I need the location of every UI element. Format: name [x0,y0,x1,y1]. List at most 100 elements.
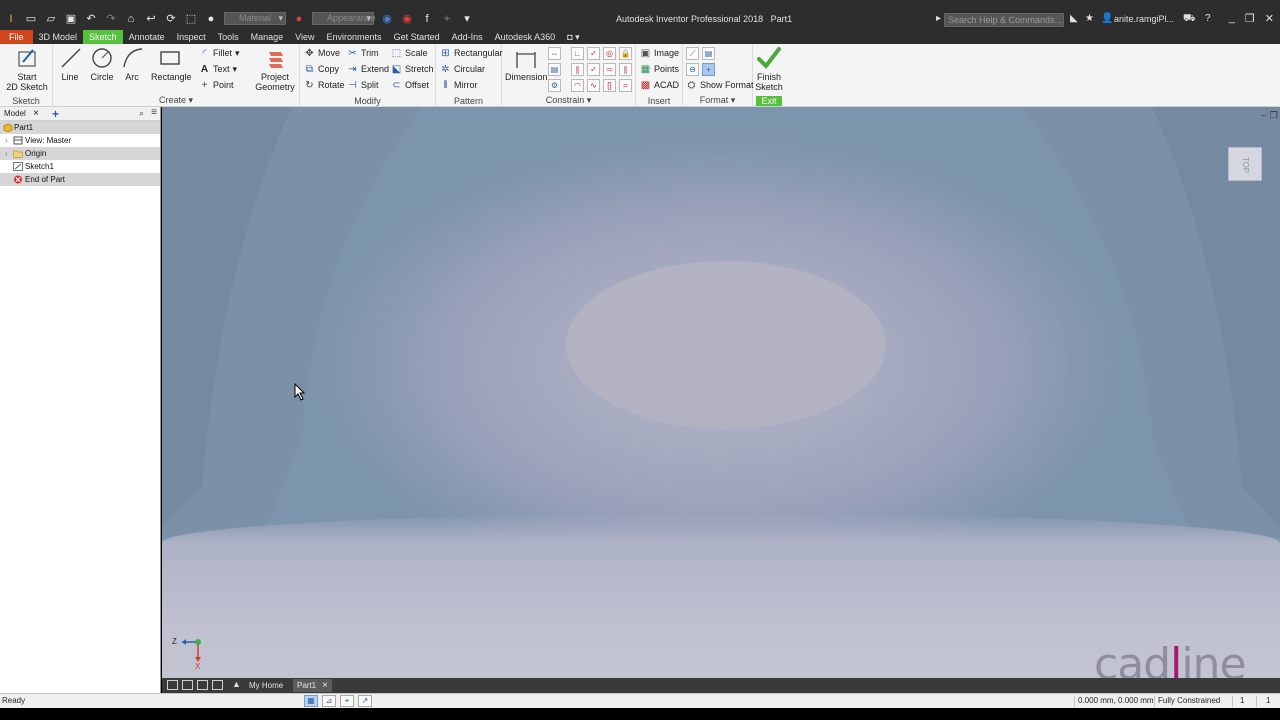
close-browser-icon[interactable]: × [33,108,39,119]
fillet-dropdown-icon[interactable]: ▾ [235,46,240,60]
horizontal-icon[interactable]: ═ [603,63,616,76]
show-format-button[interactable]: ⛭ Show Format [686,78,754,92]
tree-item-origin[interactable]: › Origin [0,147,160,160]
equal-icon[interactable]: = [619,79,632,92]
concentric-icon[interactable]: ◎ [603,47,616,60]
extend-button[interactable]: ⇥ Extend [347,62,389,76]
redo-icon[interactable]: ↷ [104,13,118,25]
tangent-icon[interactable]: ◠ [571,79,584,92]
customize-qat-icon[interactable]: ▾ [460,13,474,25]
undo-icon[interactable]: ↶ [84,13,98,25]
doc-tab-part1[interactable]: Part1 × [293,679,332,692]
auto-dimension-icon[interactable]: ⇔ [548,47,561,60]
construction-icon[interactable]: ⟋ [686,47,699,60]
expand-arrow-icon[interactable]: ▸ [936,13,941,24]
scale-button[interactable]: ⬚ Scale [391,46,428,60]
restore-icon[interactable]: ❐ [1245,12,1255,25]
finish-sketch-button[interactable]: Finish Sketch [753,46,785,92]
open-file-icon[interactable]: ▱ [44,13,58,25]
help-icon[interactable]: ? [1205,13,1211,24]
create-group-label[interactable]: Create ▾ [53,95,299,106]
format-group-label[interactable]: Format ▾ [683,95,752,106]
update-icon[interactable]: ⟳ [164,13,178,25]
constraint-settings-icon[interactable]: ⚙ [548,79,561,92]
tab-3d-model[interactable]: 3D Model [33,30,84,44]
tile-vertical-icon[interactable] [212,680,223,690]
tree-item-view-master[interactable]: › View: Master [0,134,160,147]
doc-tab-my-home[interactable]: My Home [245,679,287,692]
search-binoculars-icon[interactable]: ◣ [1070,13,1078,24]
constraint-inference-icon[interactable]: ⊿ [322,695,336,707]
dimension-button[interactable]: Dimension [505,46,548,82]
move-button[interactable]: ✥ Move [304,46,340,60]
appearance-dropdown[interactable]: Appearance [312,12,376,25]
constrain-group-label[interactable]: Constrain ▾ [502,95,635,106]
mirror-button[interactable]: ⫴ Mirror [440,78,477,92]
snap-icon[interactable]: ⌖ [340,695,354,707]
start-2d-sketch-button[interactable]: Start 2D Sketch [6,46,48,92]
help-search-input[interactable]: Search Help & Commands... [944,13,1064,27]
tile-windows-icon[interactable] [182,680,193,690]
tab-autodesk-a360[interactable]: Autodesk A360 [489,30,562,44]
trim-button[interactable]: ✂ Trim [347,46,378,60]
save-icon[interactable]: ▣ [64,13,78,25]
parameters-icon[interactable]: f [420,13,434,25]
point-button[interactable]: + Point [199,78,234,92]
tab-tools[interactable]: Tools [212,30,245,44]
viewport-minimize-icon[interactable]: – [1261,110,1266,121]
expand-icon[interactable]: › [5,134,8,147]
offset-button[interactable]: ⊂ Offset [391,78,429,92]
parallel-icon[interactable]: ∥ [571,63,584,76]
project-geometry-button[interactable]: Project Geometry [254,46,296,92]
rotate-button[interactable]: ↻ Rotate [304,78,344,92]
acad-button[interactable]: ▩ ACAD [640,78,679,92]
close-icon[interactable]: ✕ [1265,12,1274,25]
show-constraints-icon[interactable]: ▤ [548,63,561,76]
clear-override-icon[interactable]: ◉ [400,13,414,25]
text-button[interactable]: A Text ▾ [199,62,237,76]
vertical-icon[interactable]: ∥ [619,63,632,76]
center-point-icon[interactable]: ⊖ [686,63,699,76]
tab-environments[interactable]: Environments [321,30,388,44]
coincident-icon[interactable]: ✓ [587,47,600,60]
circle-button[interactable]: Circle [89,46,115,82]
viewport-restore-icon[interactable]: ❐ [1270,110,1278,121]
color-override-icon[interactable]: ◉ [380,13,394,25]
text-dropdown-icon[interactable]: ▾ [233,62,238,76]
tab-inspect[interactable]: Inspect [171,30,212,44]
user-account[interactable]: anite.ramgiPl... [1114,14,1174,24]
sketch-grid-icon[interactable]: ▦ [304,695,318,707]
add-browser-icon[interactable]: + [52,107,59,121]
collinear-icon[interactable]: ✓ [587,63,600,76]
symmetric-icon[interactable]: [] [603,79,616,92]
new-file-icon[interactable]: ▭ [24,13,38,25]
tree-item-end-of-part[interactable]: End of Part [0,173,160,186]
tile-horizontal-icon[interactable] [197,680,208,690]
copy-button[interactable]: ⧉ Copy [304,62,339,76]
line-button[interactable]: Line [59,46,81,82]
cascade-windows-icon[interactable] [167,680,178,690]
tab-get-started[interactable]: Get Started [388,30,446,44]
app-logo-icon[interactable]: I [4,13,18,25]
image-button[interactable]: ▣ Image [640,46,679,60]
favorites-star-icon[interactable]: ★ [1085,13,1094,24]
tab-manage[interactable]: Manage [245,30,290,44]
split-button[interactable]: ⊣ Split [347,78,378,92]
material-dropdown[interactable]: Material [224,12,286,25]
browser-tab-model[interactable]: Model [4,109,26,118]
document-list-icon[interactable]: ▲ [232,679,241,689]
stretch-button[interactable]: ⬕ Stretch [391,62,434,76]
arc-button[interactable]: Arc [121,46,143,82]
circular-pattern-button[interactable]: ✲ Circular [440,62,485,76]
fillet-button[interactable]: ◜ Fillet ▾ [199,46,240,60]
measure-icon[interactable]: + [440,13,454,25]
smooth-icon[interactable]: ∿ [587,79,600,92]
expand-icon[interactable]: › [5,147,8,160]
close-doc-tab-icon[interactable]: × [322,680,328,691]
fix-icon[interactable]: 🔒 [619,47,632,60]
browser-search-icon[interactable]: ⌕ [139,108,144,119]
perpendicular-icon[interactable]: ∟ [571,47,584,60]
tab-add-ins[interactable]: Add-Ins [446,30,489,44]
home-icon[interactable]: ⌂ [124,13,138,25]
driven-dimension-icon[interactable]: + [702,63,715,76]
